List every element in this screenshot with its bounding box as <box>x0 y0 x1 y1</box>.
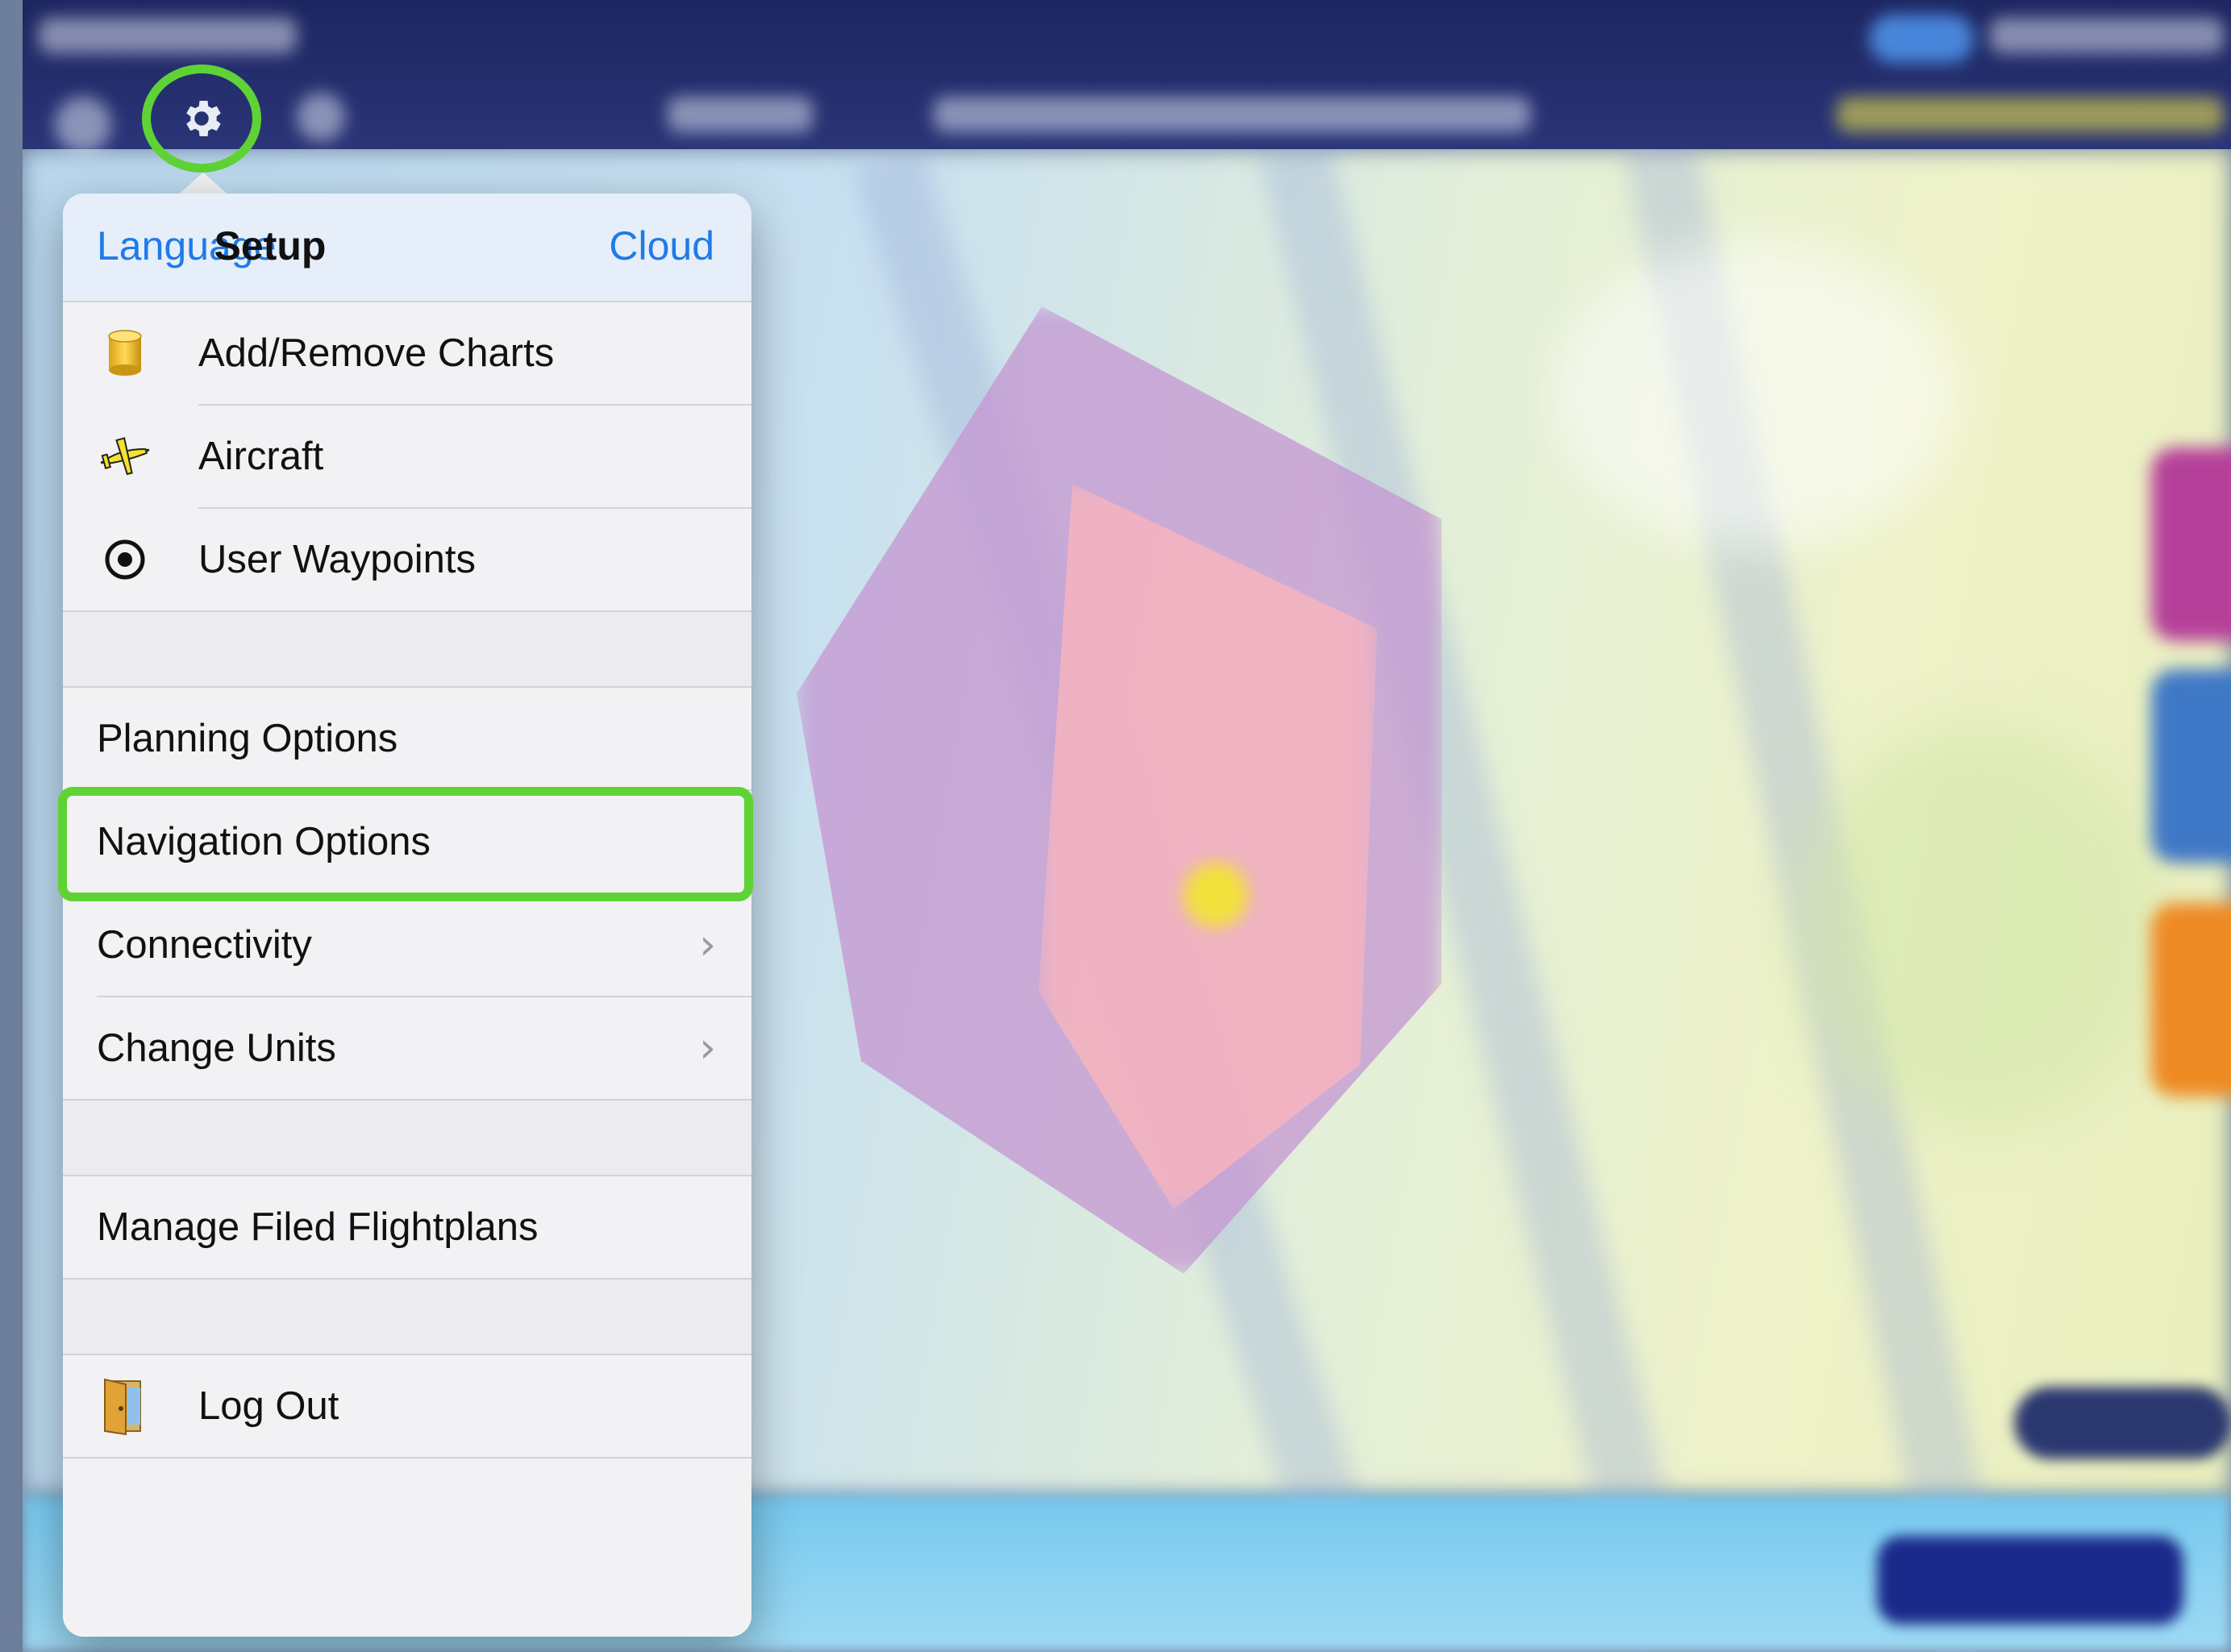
menu-item-log-out[interactable]: Log Out <box>63 1355 751 1457</box>
section-gap <box>63 1280 751 1354</box>
map-airport-marker <box>1184 863 1248 927</box>
menu-item-label: Change Units <box>97 1026 336 1070</box>
door-icon <box>97 1378 153 1436</box>
menu-item-label: Add/Remove Charts <box>198 331 555 375</box>
map-zoom-controls[interactable] <box>2014 1387 2231 1459</box>
target-icon <box>97 531 153 588</box>
side-tab-purple[interactable] <box>2151 447 2231 641</box>
setup-popover: Language Setup Cloud Add/Remove Charts A… <box>63 193 751 1637</box>
menu-item-change-units[interactable]: Change Units › <box>63 997 751 1099</box>
chevron-right-icon: › <box>699 921 716 969</box>
top-toolbar <box>23 0 2231 153</box>
section-gap <box>63 612 751 686</box>
menu-item-label: Planning Options <box>97 717 398 760</box>
side-tab-blue[interactable] <box>2151 669 2231 863</box>
section-gap <box>63 1101 751 1175</box>
menu-item-user-waypoints[interactable]: User Waypoints <box>63 509 751 610</box>
popover-header: Language Setup Cloud <box>63 193 751 302</box>
menu-item-add-remove-charts[interactable]: Add/Remove Charts <box>63 302 751 404</box>
menu-item-label: Log Out <box>198 1384 339 1428</box>
map-land-patch <box>1555 242 1958 548</box>
chevron-right-icon: › <box>699 1024 716 1072</box>
menu-item-planning-options[interactable]: Planning Options <box>63 688 751 789</box>
menu-item-manage-filed-flightplans[interactable]: Manage Filed Flightplans <box>63 1176 751 1278</box>
cloud-button[interactable]: Cloud <box>609 223 714 269</box>
popover-footer-space <box>63 1459 751 1637</box>
settings-button[interactable] <box>142 64 261 173</box>
map-land-patch <box>1796 726 2159 1129</box>
gear-icon <box>186 101 221 136</box>
side-tab-orange[interactable] <box>2151 903 2231 1096</box>
menu-item-connectivity[interactable]: Connectivity › <box>63 894 751 996</box>
airplane-icon <box>97 428 153 485</box>
menu-item-label: User Waypoints <box>198 538 477 581</box>
database-icon <box>97 325 153 381</box>
navigation-options-highlight <box>58 787 753 901</box>
menu-item-aircraft[interactable]: Aircraft <box>63 406 751 507</box>
menu-item-label: Connectivity <box>97 923 312 967</box>
menu-item-label: Manage Filed Flightplans <box>97 1205 539 1249</box>
menu-item-label: Aircraft <box>198 435 324 478</box>
popover-title: Setup <box>214 223 327 268</box>
screen: Language Setup Cloud Add/Remove Charts A… <box>0 0 2231 1652</box>
